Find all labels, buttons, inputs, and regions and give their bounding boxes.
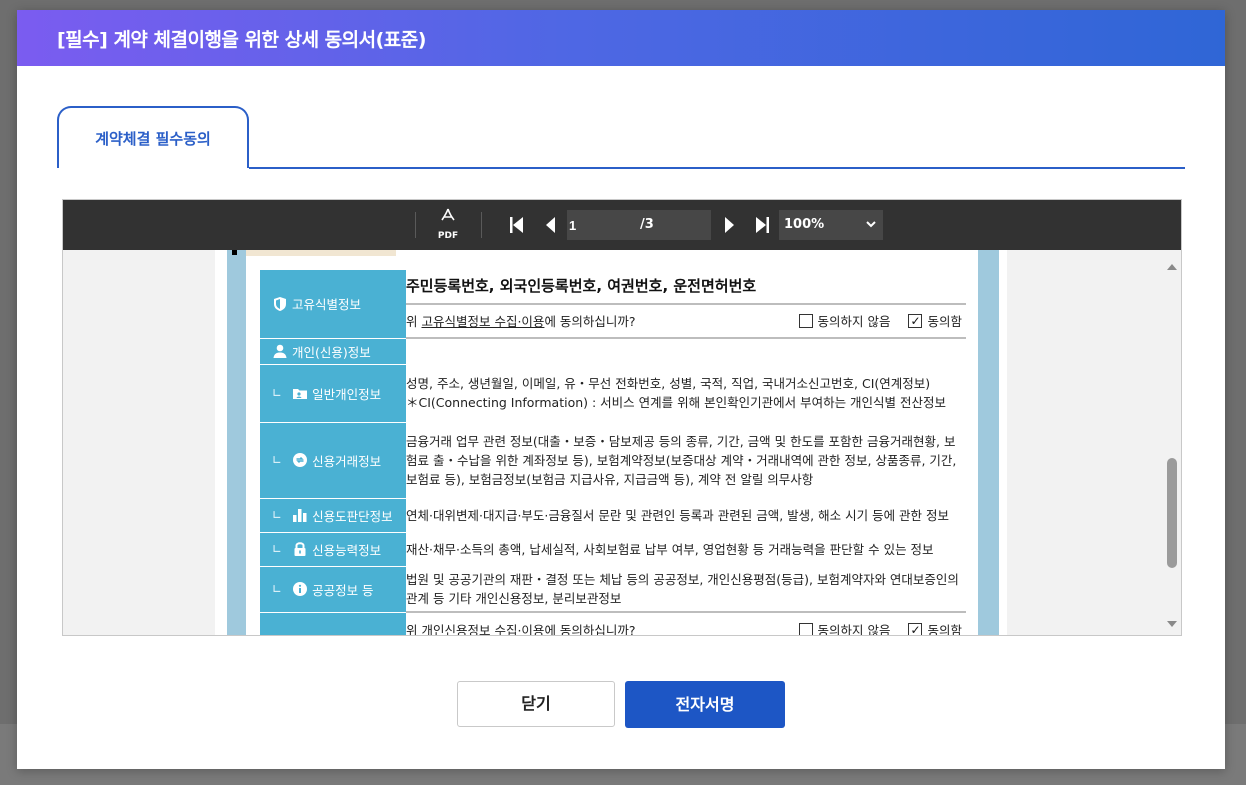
page-number-input[interactable] [567, 210, 637, 240]
scroll-up-icon[interactable] [1166, 258, 1178, 270]
general-info-label: 일반개인정보 [312, 386, 382, 402]
label-cell-empty [260, 612, 406, 635]
next-page-icon [725, 217, 734, 233]
first-page-button[interactable] [506, 213, 528, 237]
label-cell-credit-transaction: ∟ 신용거래정보 [260, 422, 406, 499]
user-icon [272, 343, 288, 359]
checkbox-icon [798, 623, 813, 635]
table-row: 위 개인신용정보 수집·이용에 동의하십니까? 동의하지 않음 동의함 [260, 611, 966, 635]
checkbox-checked-icon [908, 312, 923, 331]
general-info-text: 성명, 주소, 생년월일, 이메일, 유・무선 전화번호, 성별, 국적, 직업… [406, 376, 947, 410]
tab-contract-required-consent[interactable]: 계약체결 필수동의 [57, 106, 249, 168]
table-row: ∟ 신용도판단정보 연체·대위변제·대지급·부도·금융질서 문란 및 관련인 등… [260, 498, 966, 533]
public-info-text: 법원 및 공공기관의 재판・결정 또는 체납 등의 공공정보, 개인신용평점(등… [406, 571, 959, 606]
personal-info-label: 개인(신용)정보 [292, 344, 371, 360]
table-row: ∟ 신용거래정보 금융거래 업무 관련 정보(대출・보증・담보제공 등의 종류,… [260, 422, 966, 499]
credit-capacity-label: 신용능력정보 [312, 542, 382, 558]
page-content: 고유식별정보 주민등록번호, 외국인등록번호, 여권번호, 운전면허번호 위 고… [232, 250, 978, 635]
previous-section-fragment [232, 250, 396, 256]
unique-id-question-cell: 위 고유식별정보 수집·이용에 동의하십니까? 동의하지 않음 동의함 [406, 304, 966, 339]
prev-page-icon [546, 217, 555, 233]
tree-branch-icon: ∟ [272, 508, 283, 522]
label-cell-credit-judgment: ∟ 신용도판단정보 [260, 498, 406, 533]
scroll-down-icon[interactable] [1166, 615, 1178, 627]
personal-disagree-option[interactable]: 동의하지 않음 [798, 621, 890, 635]
pdf-viewer: PDF /3 100% [62, 199, 1182, 636]
tab-label: 계약체결 필수동의 [95, 129, 211, 148]
first-page-icon [510, 217, 523, 233]
last-page-icon [756, 217, 769, 233]
table-row: 개인(신용)정보 [260, 338, 966, 365]
unique-id-label: 고유식별정보 [292, 297, 362, 313]
tree-branch-icon: ∟ [272, 542, 283, 556]
last-page-button[interactable] [751, 213, 773, 237]
tree-branch-icon: ∟ [272, 582, 283, 596]
shield-icon [272, 296, 288, 312]
label-cell-general-info: ∟ 일반개인정보 [260, 364, 406, 423]
personal-question: 위 개인신용정보 수집·이용에 동의하십니까? [406, 623, 636, 635]
tree-branch-icon: ∟ [272, 453, 283, 467]
page-total: /3 [637, 210, 711, 240]
tab-bar: 계약체결 필수동의 [57, 106, 1185, 170]
tab-underline [249, 167, 1185, 169]
label-cell-unique-id: 고유식별정보 [260, 270, 406, 339]
modal-title: [필수] 계약 체결이행을 위한 상세 동의서(표준) [57, 28, 426, 51]
pdf-download-button[interactable]: PDF [435, 208, 461, 244]
next-page-button[interactable] [718, 213, 740, 237]
table-row: 고유식별정보 주민등록번호, 외국인등록번호, 여권번호, 운전면허번호 [260, 270, 966, 339]
bar-chart-icon [292, 507, 308, 523]
checkbox-checked-icon [908, 621, 923, 635]
credit-judgment-label: 신용도판단정보 [312, 508, 393, 524]
unique-id-heading: 주민등록번호, 외국인등록번호, 여권번호, 운전면허번호 [406, 270, 966, 305]
table-row: ∟ 공공정보 등 법원 및 공공기관의 재판・결정 또는 체납 등의 공공정보,… [260, 566, 966, 613]
table-row: ∟ 신용능력정보 재산·채무·소득의 총액, 납세실적, 사회보험료 납부 여부… [260, 532, 966, 567]
consent-table: 고유식별정보 주민등록번호, 외국인등록번호, 여권번호, 운전면허번호 위 고… [260, 270, 966, 635]
e-signature-button[interactable]: 전자서명 [625, 681, 785, 728]
unique-id-disagree-option[interactable]: 동의하지 않음 [798, 312, 890, 331]
chevron-down-icon [865, 210, 877, 251]
empty-cell [406, 338, 966, 364]
pdf-label: PDF [437, 231, 459, 241]
credit-transaction-label: 신용거래정보 [312, 453, 382, 469]
tree-branch-icon: ∟ [272, 386, 283, 400]
scrollbar-thumb[interactable] [1167, 458, 1177, 568]
info-icon [292, 581, 308, 597]
page-frame: 고유식별정보 주민등록번호, 외국인등록번호, 여권번호, 운전면허번호 위 고… [227, 250, 999, 635]
vertical-scrollbar[interactable] [1163, 250, 1181, 635]
label-cell-personal-info: 개인(신용)정보 [260, 338, 406, 365]
credit-transaction-text: 금융거래 업무 관련 정보(대출・보증・담보제공 등의 종류, 기간, 금액 및… [406, 433, 957, 487]
lock-icon [292, 541, 308, 557]
unique-id-question: 위 고유식별정보 수집·이용에 동의하십니까? [406, 313, 636, 329]
document-page: 고유식별정보 주민등록번호, 외국인등록번호, 여권번호, 운전면허번호 위 고… [215, 250, 1007, 635]
public-info-label: 공공정보 등 [312, 582, 374, 598]
label-cell-public-info: ∟ 공공정보 등 [260, 566, 406, 613]
checkbox-icon [798, 313, 813, 328]
personal-question-cell: 위 개인신용정보 수집·이용에 동의하십니까? 동의하지 않음 동의함 [406, 611, 966, 635]
pdf-icon [435, 208, 461, 228]
id-card-icon [292, 385, 308, 401]
exchange-icon [292, 452, 308, 468]
document-area[interactable]: 고유식별정보 주민등록번호, 외국인등록번호, 여권번호, 운전면허번호 위 고… [63, 250, 1163, 635]
toolbar-divider [415, 212, 416, 238]
unique-id-agree-option[interactable]: 동의함 [908, 312, 962, 331]
credit-capacity-text: 재산·채무·소득의 총액, 납세실적, 사회보험료 납부 여부, 영업현황 등 … [406, 541, 934, 557]
personal-agree-option[interactable]: 동의함 [908, 621, 962, 635]
prev-page-button[interactable] [540, 213, 562, 237]
close-button[interactable]: 닫기 [457, 681, 615, 727]
table-row: ∟ 일반개인정보 성명, 주소, 생년월일, 이메일, 유・무선 전화번호, 성… [260, 364, 966, 423]
label-cell-credit-capacity: ∟ 신용능력정보 [260, 532, 406, 567]
toolbar-divider [481, 212, 482, 238]
consent-modal: [필수] 계약 체결이행을 위한 상세 동의서(표준) 계약체결 필수동의 PD… [17, 10, 1225, 769]
modal-header: [필수] 계약 체결이행을 위한 상세 동의서(표준) [17, 10, 1225, 66]
zoom-select[interactable]: 100% [779, 210, 883, 240]
pdf-toolbar: PDF /3 100% [63, 200, 1181, 250]
credit-judgment-text: 연체·대위변제·대지급·부도·금융질서 문란 및 관련인 등록과 관련된 금액,… [406, 507, 950, 523]
zoom-value: 100% [784, 217, 825, 232]
